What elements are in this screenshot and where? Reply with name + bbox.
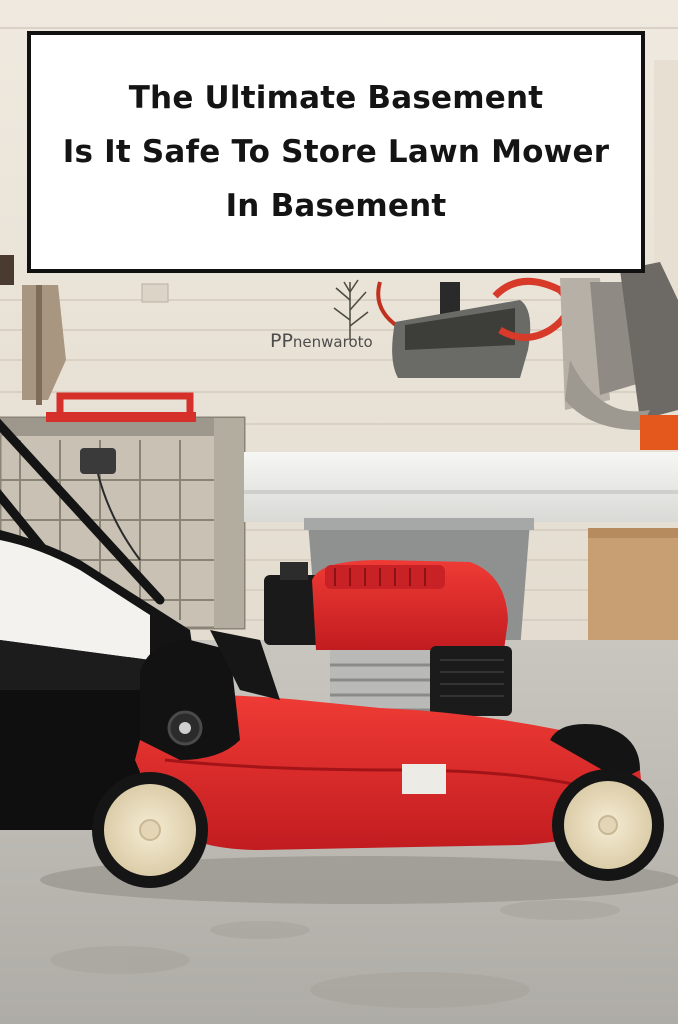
watermark-rest: nenwaroto: [292, 333, 373, 351]
rear-wheel: [92, 772, 208, 888]
cardboard-box: [588, 528, 678, 650]
watermark-text: PPnenwaroto: [270, 330, 373, 352]
wall-outlet: [141, 283, 169, 303]
title-line-1: The Ultimate Basement: [128, 80, 544, 116]
title-line-3: In Basement: [225, 188, 447, 224]
title-line-2: Is It Safe To Store Lawn Mower: [62, 134, 610, 170]
title-card: The Ultimate Basement Is It Safe To Stor…: [27, 31, 645, 273]
pin-graphic: PPnenwaroto The Ultimate Basement Is It …: [0, 0, 678, 1024]
white-shelf: [244, 452, 678, 522]
watermark-prefix: PP: [270, 330, 293, 352]
